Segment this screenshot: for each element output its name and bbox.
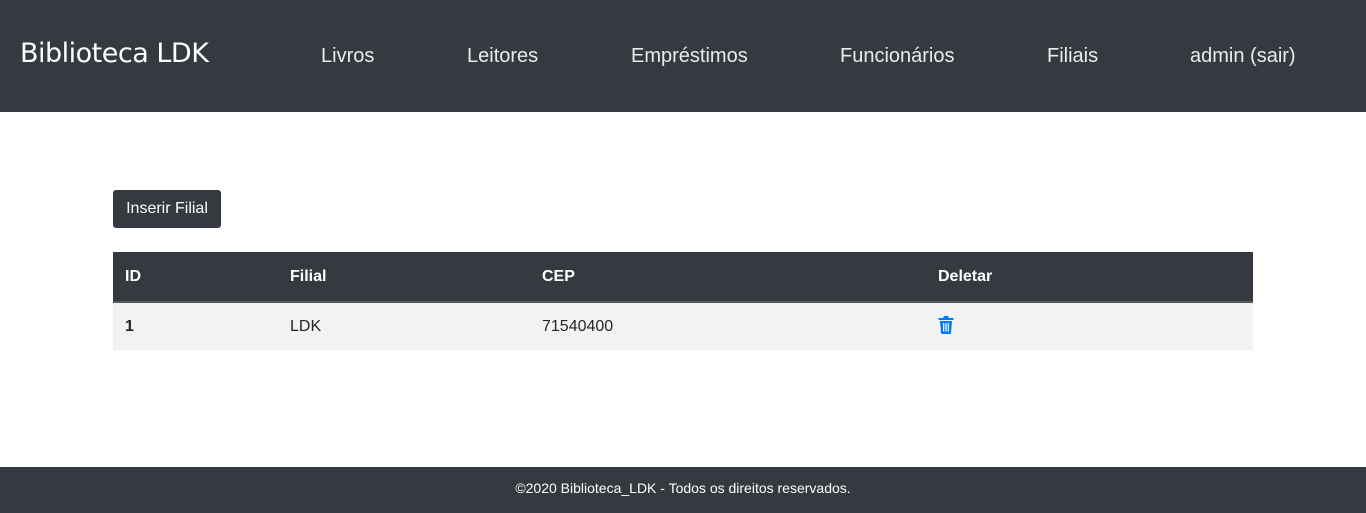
column-header-id: ID (113, 252, 278, 303)
cell-filial: LDK (290, 317, 322, 335)
navbar: Biblioteca LDK Livros Leitores Empréstim… (0, 0, 1366, 112)
nav-link-filiais[interactable]: Filiais (1047, 45, 1098, 68)
brand-logo[interactable]: Biblioteca LDK (20, 38, 209, 69)
nav-link-funcionarios[interactable]: Funcionários (840, 45, 955, 68)
trash-icon[interactable] (938, 316, 954, 335)
insert-filial-button[interactable]: Inserir Filial (113, 190, 221, 228)
cell-cep: 71540400 (542, 317, 614, 335)
cell-id: 1 (125, 317, 134, 335)
table-header-row: ID Filial CEP Deletar (113, 252, 1253, 303)
column-header-cep: CEP (530, 252, 926, 303)
nav-link-admin-logout[interactable]: admin (sair) (1190, 45, 1296, 68)
nav-link-emprestimos[interactable]: Empréstimos (631, 45, 748, 68)
filiais-table: ID Filial CEP Deletar 1 LDK 71540400 (113, 252, 1253, 350)
nav-link-leitores[interactable]: Leitores (467, 45, 538, 68)
footer: ©2020 Biblioteca_LDK - Todos os direitos… (0, 467, 1366, 513)
column-header-deletar: Deletar (926, 252, 1253, 303)
nav-link-livros[interactable]: Livros (321, 45, 374, 68)
column-header-filial: Filial (278, 252, 530, 303)
cell-delete (926, 302, 1253, 350)
footer-copyright: ©2020 Biblioteca_LDK - Todos os direitos… (515, 480, 851, 496)
table-row: 1 LDK 71540400 (113, 302, 1253, 350)
